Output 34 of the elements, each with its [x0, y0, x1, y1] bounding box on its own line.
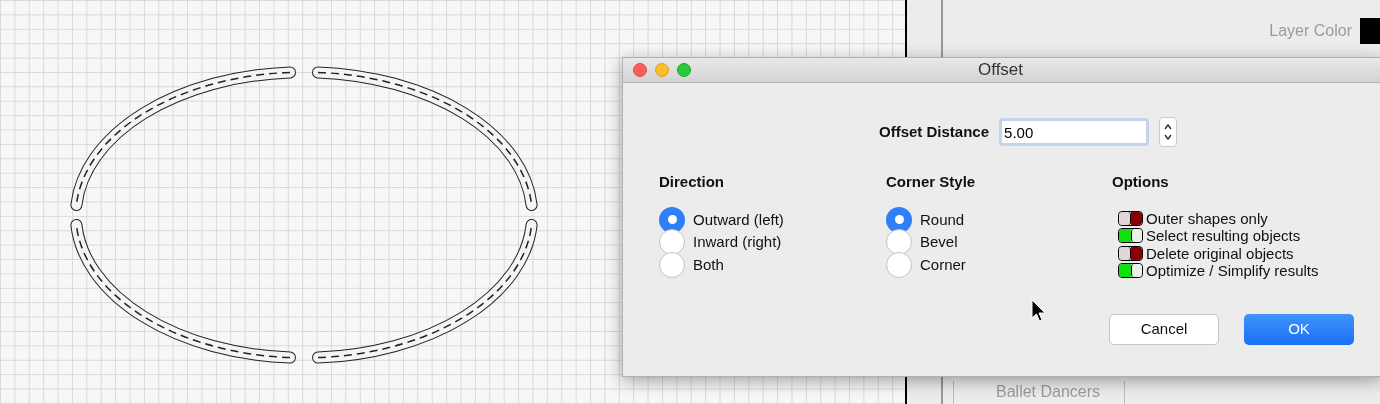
dialog-title: Offset [978, 59, 1024, 82]
radio-label[interactable]: Inward (right) [693, 231, 782, 254]
group-heading: Options [1112, 172, 1170, 192]
toggle-switch[interactable] [1118, 228, 1143, 244]
offset-distance-label: Offset Distance [879, 121, 990, 142]
toggle-switch[interactable] [1118, 210, 1143, 226]
radio-button[interactable] [886, 206, 912, 233]
layer-color-label: Layer Color [1269, 21, 1352, 41]
close-icon[interactable] [633, 63, 647, 77]
toggle-switch[interactable] [1118, 245, 1143, 261]
radio-button[interactable] [886, 251, 912, 278]
pointer-cursor-icon [1031, 299, 1047, 323]
group-heading: Corner Style [886, 172, 977, 192]
group-heading: Direction [659, 172, 725, 192]
ok-button[interactable]: OK [1244, 314, 1354, 345]
radio-button[interactable] [659, 206, 685, 233]
offset-distance-field[interactable]: 5.00 [999, 118, 1150, 146]
radio-button[interactable] [659, 251, 685, 278]
stepper-control[interactable] [1159, 117, 1178, 147]
radio-label[interactable]: Corner [920, 253, 966, 276]
toggle-switch[interactable] [1118, 263, 1143, 279]
up-down-chevron-icon [1163, 122, 1174, 142]
zoom-icon[interactable] [677, 63, 691, 77]
radio-label[interactable]: Round [920, 208, 965, 231]
minimize-icon[interactable] [655, 63, 669, 77]
radio-label[interactable]: Outward (left) [693, 208, 784, 231]
option-label[interactable]: Select resulting objects [1146, 227, 1301, 245]
radio-label[interactable]: Both [693, 253, 724, 276]
option-label[interactable]: Outer shapes only [1146, 209, 1268, 227]
radio-label[interactable]: Bevel [920, 231, 958, 254]
layer-color-swatch[interactable] [1360, 18, 1380, 44]
cancel-button[interactable]: Cancel [1109, 314, 1219, 345]
option-label[interactable]: Delete original objects [1146, 244, 1294, 262]
option-label[interactable]: Optimize / Simplify results [1146, 262, 1319, 280]
